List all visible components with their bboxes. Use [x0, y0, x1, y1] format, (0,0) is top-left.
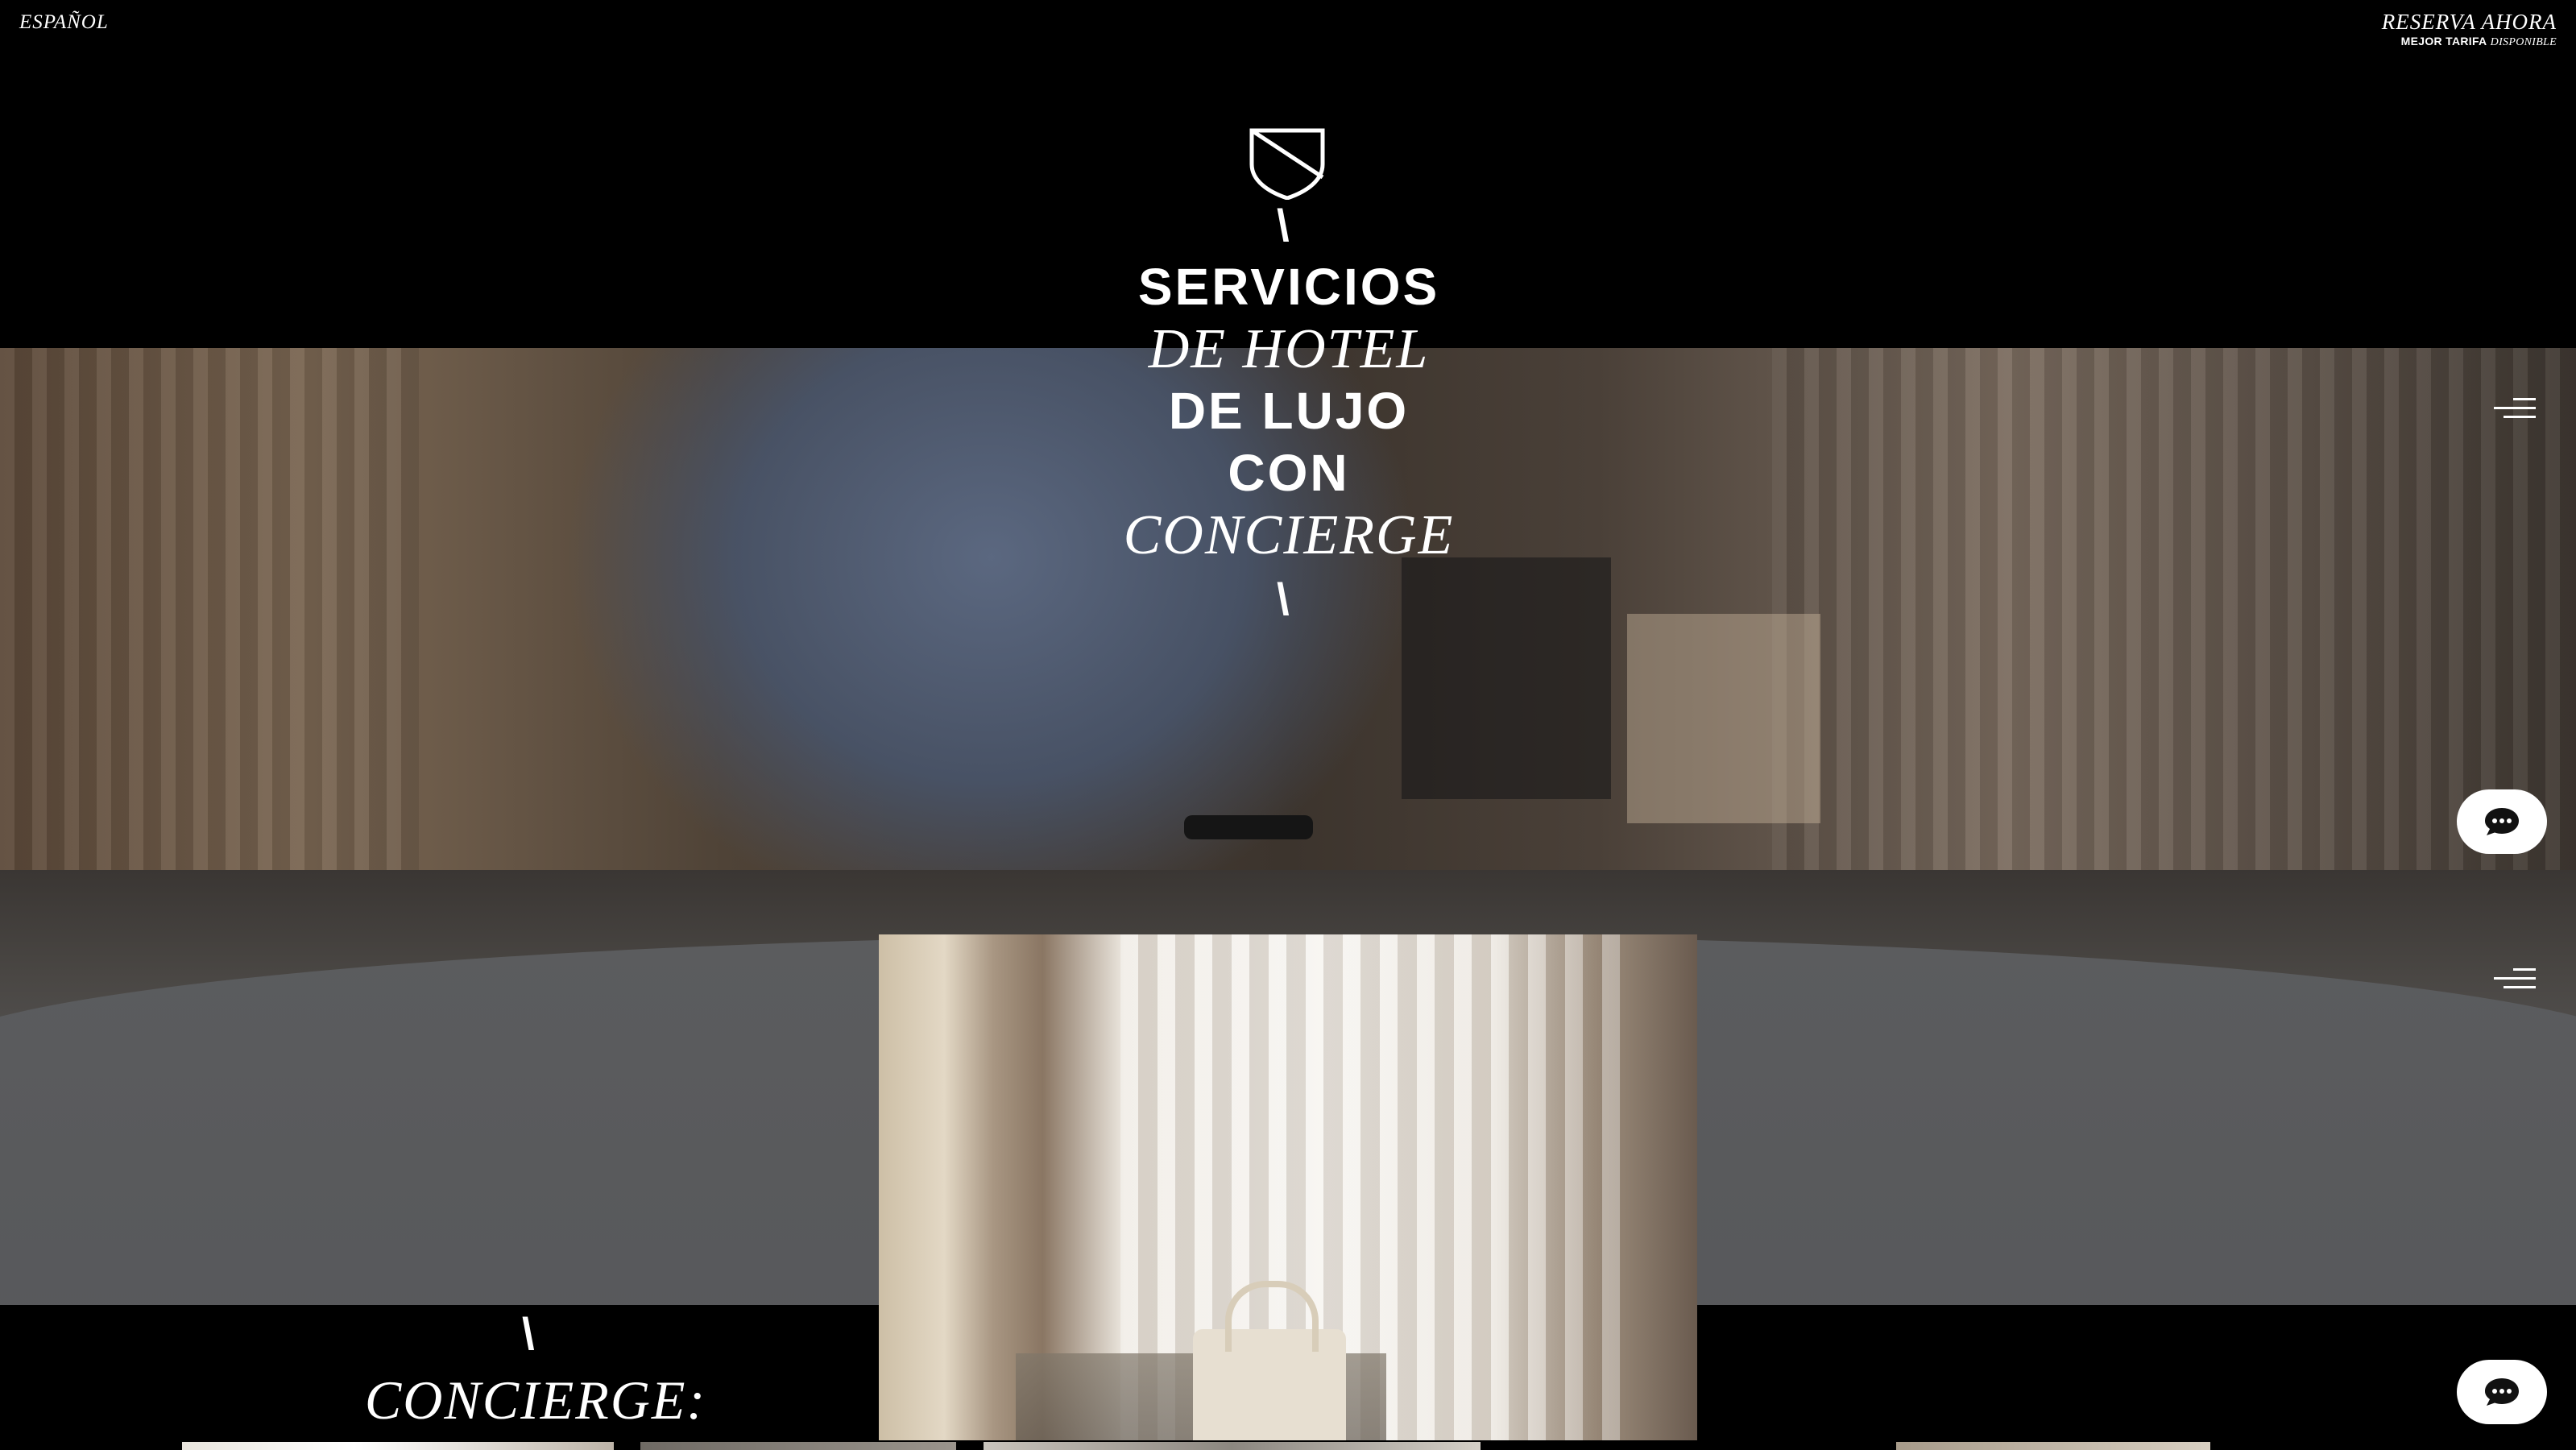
menu-line-3: [2504, 416, 2536, 418]
hero-bracelet: [1184, 815, 1313, 839]
chat-bubble-icon: [2485, 1378, 2519, 1406]
menu-line-2: [2494, 977, 2536, 980]
hero-line-5: CONCIERGE: [1123, 504, 1455, 566]
menu-line-3: [2504, 986, 2536, 988]
hamburger-menu-icon[interactable]: [2494, 398, 2536, 420]
window-photo: [879, 934, 1697, 1440]
thumbnail-4[interactable]: [1896, 1442, 2210, 1450]
hero-separator-top: \: [1277, 200, 1290, 251]
hero-separator-bottom: \: [1277, 574, 1290, 624]
hero-box: [1627, 614, 1820, 823]
book-now-button[interactable]: RESERVA AHORA MEJOR TARIFA DISPONIBLE: [2382, 10, 2557, 50]
hero-curtain-right: [1772, 348, 2576, 870]
menu-line-2: [2494, 407, 2536, 409]
hero-heading: SERVICIOS DE HOTEL DE LUJO CON CONCIERGE: [967, 256, 1611, 566]
menu-line-1: [2513, 968, 2536, 971]
chat-bubble-icon: [2485, 808, 2519, 835]
hero-curtain-left: [0, 348, 419, 870]
photo-handbag: [1193, 1281, 1346, 1440]
shield-logo-icon[interactable]: [1249, 127, 1326, 200]
hero-line-1: SERVICIOS: [1137, 258, 1440, 316]
hero-line-4: CON: [1228, 444, 1350, 502]
thumbnail-2[interactable]: [640, 1442, 956, 1450]
section-separator: \: [522, 1308, 535, 1359]
booking-subtitle-italic: DISPONIBLE: [2490, 36, 2557, 48]
hero-armchair: [1402, 557, 1611, 799]
chat-button[interactable]: [2457, 789, 2547, 854]
hamburger-menu-icon-secondary[interactable]: [2494, 968, 2536, 991]
booking-title: RESERVA AHORA: [2381, 10, 2557, 34]
concierge-title-text: CONCIERGE:: [364, 1369, 707, 1431]
booking-subtitle: MEJOR TARIFA DISPONIBLE: [2382, 34, 2557, 50]
hero-line-2: DE HOTEL: [1148, 318, 1430, 380]
menu-line-1: [2513, 398, 2536, 400]
language-selector[interactable]: ESPAÑOL: [19, 11, 109, 34]
concierge-title: CONCIERGE:: [346, 1368, 725, 1432]
thumbnail-3[interactable]: [984, 1442, 1481, 1450]
hero-line-3: DE LUJO: [1168, 382, 1410, 440]
chat-button-secondary[interactable]: [2457, 1360, 2547, 1424]
booking-subtitle-bold: MEJOR TARIFA: [2400, 35, 2487, 48]
thumbnail-1[interactable]: [182, 1442, 614, 1450]
